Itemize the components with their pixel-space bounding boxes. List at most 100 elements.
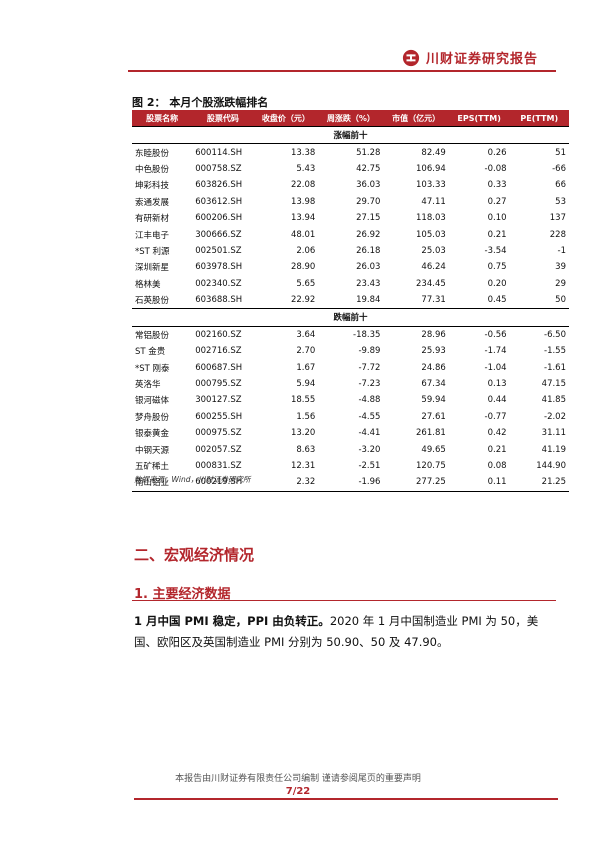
cell-stock-code: 603612.SH — [195, 196, 243, 207]
cell-stock-name: 英洛华 — [135, 380, 161, 391]
cell-close-price: 28.90 — [290, 262, 316, 273]
cell-close-price: 1.67 — [296, 362, 316, 373]
cell-market-cap: 277.25 — [383, 474, 449, 492]
cell-stock-name: 中钢天源 — [135, 445, 170, 456]
cell-stock-name: *ST 利源 — [135, 246, 170, 257]
cell-pe: 31.11 — [541, 428, 566, 439]
cell-eps: -0.77 — [484, 411, 507, 422]
table-row: 英洛华 000795.SZ 5.94 -7.23 67.34 0.13 47.15 — [132, 376, 569, 392]
table-row: 坤彩科技 603826.SH 22.08 36.03 103.33 0.33 66 — [132, 177, 569, 193]
col-header-name: 股票名称 — [132, 110, 193, 127]
table-row: 石英股份 603688.SH 22.92 19.84 77.31 0.45 50 — [132, 292, 569, 309]
cell-change: -2.51 — [358, 461, 381, 471]
col-header-change: 周涨跌（%） — [318, 110, 384, 127]
section-label-row: 涨幅前十 — [132, 125, 569, 145]
cell-stock-code: 000795.SZ — [195, 379, 242, 390]
figure-title: 图 2： 本月个股涨跌幅排名 — [132, 96, 269, 109]
section-title: 二、宏观经济情况 — [134, 546, 255, 564]
cell-stock-name: 东睦股份 — [135, 148, 170, 159]
cell-stock-name: 常铝股份 — [135, 330, 170, 341]
cell-market-cap: 67.34 — [421, 379, 446, 390]
cell-pe: 21.25 — [509, 474, 569, 492]
cell-close-price: 3.64 — [296, 329, 316, 340]
cell-stock-code: 300127.SZ — [195, 395, 242, 406]
cell-stock-code: 000758.SZ — [195, 163, 242, 174]
cell-stock-code: 002501.SZ — [195, 245, 242, 256]
table-row: 中钢天源 002057.SZ 8.63 -3.20 49.65 0.21 41.19 — [132, 441, 569, 457]
page-number: 7/22 — [285, 786, 311, 797]
cell-change: -7.72 — [358, 362, 381, 373]
cell-close-price: 22.08 — [290, 180, 316, 191]
table-row: 常铝股份 002160.SZ 3.64 -18.35 28.96 -0.56 -6.50 — [132, 326, 569, 343]
table-row: *ST 利源 002501.SZ 2.06 26.18 25.03 -3.54 -1 — [132, 243, 569, 259]
cell-pe: -2.02 — [544, 411, 566, 422]
cell-close-price: 22.92 — [290, 295, 316, 306]
cell-eps: 0.27 — [487, 196, 507, 207]
cell-market-cap: 25.03 — [421, 245, 446, 256]
cell-change: -9.89 — [358, 346, 381, 357]
cell-change: 27.15 — [356, 213, 381, 224]
cell-stock-name: 坤彩科技 — [135, 181, 170, 192]
cell-change: -4.55 — [358, 411, 381, 422]
cell-close-price: 5.94 — [296, 379, 316, 390]
col-header-code: 股票代码 — [192, 110, 254, 127]
cell-market-cap: 120.75 — [416, 461, 446, 471]
cell-stock-name: ST 金贵 — [135, 347, 166, 358]
cell-eps: 0.08 — [487, 461, 507, 471]
cell-eps: -0.56 — [484, 329, 507, 340]
cell-stock-code: 603978.SH — [195, 262, 243, 273]
cell-close-price: 13.20 — [290, 428, 316, 439]
table-row: 梦舟股份 600255.SH 1.56 -4.55 27.61 -0.77 -2.02 — [132, 409, 569, 425]
cell-stock-name: 梦舟股份 — [135, 412, 170, 423]
cell-close-price: 1.56 — [296, 411, 316, 422]
data-source-note: 数据来源：Wind，川财证券研究所 — [134, 475, 251, 484]
cell-stock-name: *ST 刚泰 — [135, 363, 170, 374]
cell-eps: 0.75 — [487, 262, 507, 273]
cell-close-price: 8.63 — [296, 444, 316, 455]
cell-stock-name: 五矿稀土 — [135, 462, 170, 472]
cell-market-cap: 118.03 — [416, 213, 446, 224]
section-label: 涨幅前十 — [132, 125, 569, 145]
cell-pe: 50 — [555, 295, 566, 306]
section-label: 跌幅前十 — [132, 308, 569, 327]
cell-market-cap: 106.94 — [416, 163, 446, 174]
table-row: 格林美 002340.SZ 5.65 23.43 234.45 0.20 29 — [132, 276, 569, 292]
company-logo-icon — [402, 49, 420, 66]
cell-pe: -6.50 — [544, 329, 566, 340]
cell-stock-code: 002057.SZ — [195, 444, 242, 455]
cell-stock-name: 有研新材 — [135, 214, 170, 225]
cell-change: -1.96 — [318, 474, 384, 492]
cell-close-price: 2.32 — [253, 474, 319, 492]
cell-eps: -1.04 — [484, 362, 507, 373]
cell-market-cap: 24.86 — [421, 362, 446, 373]
cell-eps: -1.74 — [484, 346, 507, 357]
cell-eps: 0.26 — [487, 147, 507, 158]
cell-eps: 0.20 — [487, 278, 507, 289]
cell-stock-code: 600114.SH — [195, 147, 243, 158]
cell-close-price: 5.43 — [296, 163, 316, 174]
cell-pe: -1 — [557, 245, 566, 256]
cell-close-price: 2.70 — [296, 346, 316, 357]
cell-eps: 0.45 — [487, 295, 507, 306]
table-row: 索通发展 603612.SH 13.98 29.70 47.11 0.27 53 — [132, 194, 569, 210]
cell-market-cap: 82.49 — [421, 147, 446, 158]
cell-market-cap: 103.33 — [416, 180, 446, 191]
subsection-rule — [132, 600, 556, 601]
cell-change: -3.20 — [358, 444, 381, 455]
cell-change: 26.03 — [356, 262, 381, 273]
cell-pe: 51 — [555, 147, 566, 158]
cell-eps: 0.21 — [487, 444, 507, 455]
cell-stock-code: 300666.SZ — [195, 229, 242, 240]
cell-stock-code: 603688.SH — [195, 295, 243, 306]
cell-pe: 228 — [549, 229, 566, 240]
cell-change: 26.18 — [356, 245, 381, 256]
cell-close-price: 5.65 — [296, 278, 316, 289]
table-header-row: 股票名称 股票代码 收盘价（元） 周涨跌（%） 市值（亿元） EPS(TTM) … — [132, 110, 569, 127]
cell-pe: 39 — [555, 262, 566, 273]
cell-change: 29.70 — [356, 196, 381, 207]
cell-market-cap: 25.93 — [421, 346, 446, 357]
col-header-pe: PE(TTM) — [509, 110, 569, 127]
cell-change: 42.75 — [356, 163, 381, 174]
table-row: 银河磁体 300127.SZ 18.55 -4.88 59.94 0.44 41.85 — [132, 392, 569, 408]
table-row: 东睦股份 600114.SH 13.38 51.28 82.49 0.26 51 — [132, 144, 569, 161]
